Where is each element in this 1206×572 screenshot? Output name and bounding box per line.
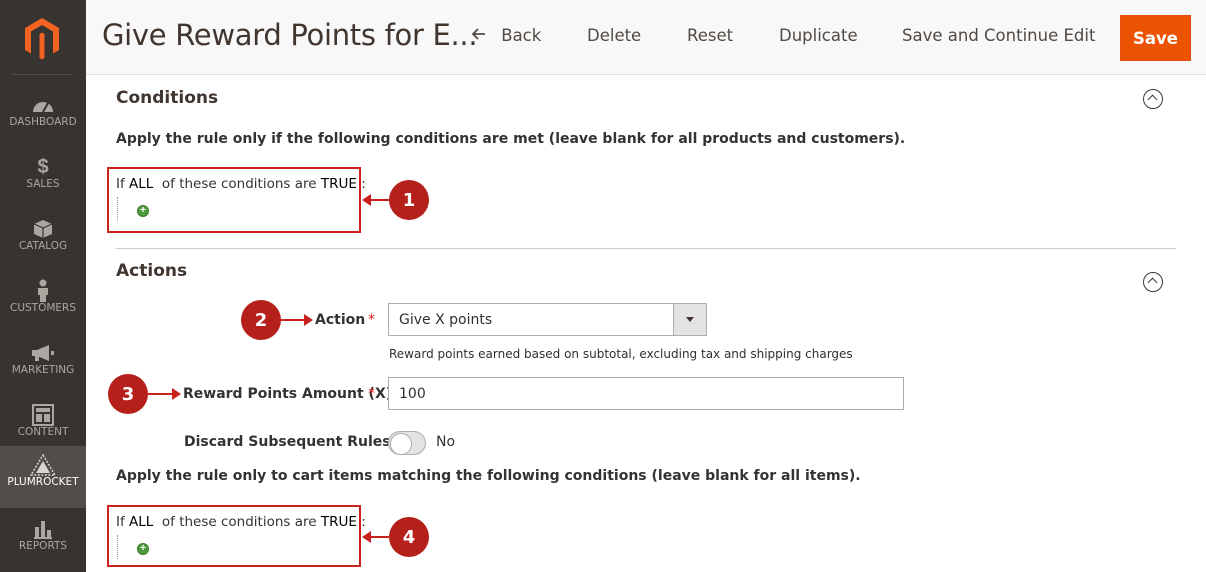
add-condition-icon[interactable]: + — [137, 205, 149, 217]
megaphone-icon — [0, 340, 86, 366]
layout-icon — [0, 402, 86, 428]
dollar-icon: $ — [37, 155, 49, 178]
arrow-left-icon — [471, 25, 488, 44]
action-label: Action — [315, 312, 366, 328]
cart-conditions-rule-box: If ALL of these conditions are TRUE : + — [107, 505, 366, 567]
sidebar-item-marketing[interactable]: MARKETING — [0, 334, 86, 396]
page-header: Give Reward Points for E... Back Delete … — [86, 0, 1206, 75]
callout-arrow — [281, 314, 313, 326]
action-select[interactable]: Give X points — [388, 303, 707, 336]
collapse-actions-icon[interactable] — [1143, 272, 1163, 292]
collapse-conditions-icon[interactable] — [1143, 89, 1163, 109]
sidebar-item-sales[interactable]: $ SALES — [0, 148, 86, 210]
sidebar-item-plumrocket[interactable]: PLUMROCKET — [0, 446, 86, 508]
sidebar-item-catalog[interactable]: CATALOG — [0, 210, 86, 272]
rule-aggregator-selector[interactable]: ALL — [129, 514, 153, 530]
callout-badge: 4 — [389, 517, 429, 557]
cart-rule-line: If ALL of these conditions are TRUE : — [116, 514, 366, 530]
discard-subsequent-rules-label: Discard Subsequent Rules — [184, 434, 391, 450]
save-and-continue-button[interactable]: Save and Continue Edit — [902, 26, 1095, 45]
reset-button[interactable]: Reset — [687, 26, 733, 45]
back-button-label: Back — [501, 26, 542, 45]
sidebar-item-label: MARKETING — [11, 364, 75, 376]
callout-arrow — [362, 531, 389, 543]
sidebar-item-reports[interactable]: REPORTS — [0, 510, 86, 572]
sidebar-item-label: CONTENT — [17, 426, 69, 438]
conditions-rule-line: If ALL of these conditions are TRUE : — [116, 176, 366, 192]
required-marker: * — [368, 312, 375, 328]
sidebar-item-label: SALES — [26, 178, 60, 190]
magento-logo-icon[interactable] — [22, 16, 62, 60]
sidebar-item-label: PLUMROCKET — [7, 476, 79, 488]
actions-section-title[interactable]: Actions — [116, 261, 187, 281]
save-button[interactable]: Save — [1120, 15, 1191, 61]
rule-prefix: If — [116, 176, 125, 192]
sidebar-item-label: REPORTS — [18, 540, 68, 552]
sidebar-item-dashboard[interactable]: DASHBOARD — [0, 86, 86, 148]
sidebar-item-customers[interactable]: CUSTOMERS — [0, 272, 86, 334]
chevron-down-icon[interactable] — [673, 304, 706, 335]
rule-value-selector[interactable]: TRUE — [321, 514, 357, 530]
rule-prefix: If — [116, 514, 125, 530]
add-condition-icon[interactable]: + — [137, 543, 149, 555]
rule-tree-guide — [117, 535, 118, 559]
required-marker: * — [368, 386, 375, 402]
page-title: Give Reward Points for E... — [102, 18, 478, 52]
callout-arrow — [148, 388, 181, 400]
callout-badge: 3 — [108, 374, 148, 414]
rule-suffix: : — [361, 514, 366, 530]
discard-subsequent-rules-toggle[interactable] — [388, 431, 426, 455]
action-select-value: Give X points — [399, 312, 493, 328]
box-icon — [0, 216, 86, 242]
callout-arrow — [362, 194, 389, 206]
rule-tree-guide — [117, 197, 118, 221]
person-icon — [0, 278, 86, 304]
sidebar-item-label: CUSTOMERS — [9, 302, 76, 314]
reward-points-amount-input[interactable] — [388, 377, 904, 410]
rule-value-selector[interactable]: TRUE — [321, 176, 357, 192]
cart-conditions-help-text: Apply the rule only to cart items matchi… — [116, 468, 861, 484]
callout-badge: 1 — [389, 180, 429, 220]
conditions-help-text: Apply the rule only if the following con… — [116, 131, 906, 147]
action-note: Reward points earned based on subtotal, … — [389, 347, 853, 361]
delete-button[interactable]: Delete — [587, 26, 641, 45]
admin-sidebar: DASHBOARD $ SALES CATALOG CUSTOMERS MARK… — [0, 0, 86, 572]
bar-chart-icon — [0, 516, 86, 542]
reward-points-amount-label: Reward Points Amount (X) — [183, 386, 393, 402]
sidebar-item-label: CATALOG — [18, 240, 68, 252]
rule-middle-text: of these conditions are — [161, 514, 317, 530]
duplicate-button[interactable]: Duplicate — [779, 26, 858, 45]
rule-suffix: : — [361, 176, 366, 192]
gauge-icon — [0, 92, 86, 118]
section-divider — [116, 248, 1176, 249]
plumrocket-icon — [0, 452, 86, 478]
callout-badge: 2 — [241, 300, 281, 340]
back-button[interactable]: Back — [471, 25, 542, 45]
discard-subsequent-rules-value: No — [436, 434, 456, 450]
rule-middle-text: of these conditions are — [161, 176, 317, 192]
conditions-section-title[interactable]: Conditions — [116, 88, 218, 108]
sidebar-divider — [12, 74, 72, 75]
sidebar-item-label: DASHBOARD — [9, 116, 77, 128]
rule-aggregator-selector[interactable]: ALL — [129, 176, 153, 192]
conditions-rule-box: If ALL of these conditions are TRUE : + — [107, 167, 366, 233]
